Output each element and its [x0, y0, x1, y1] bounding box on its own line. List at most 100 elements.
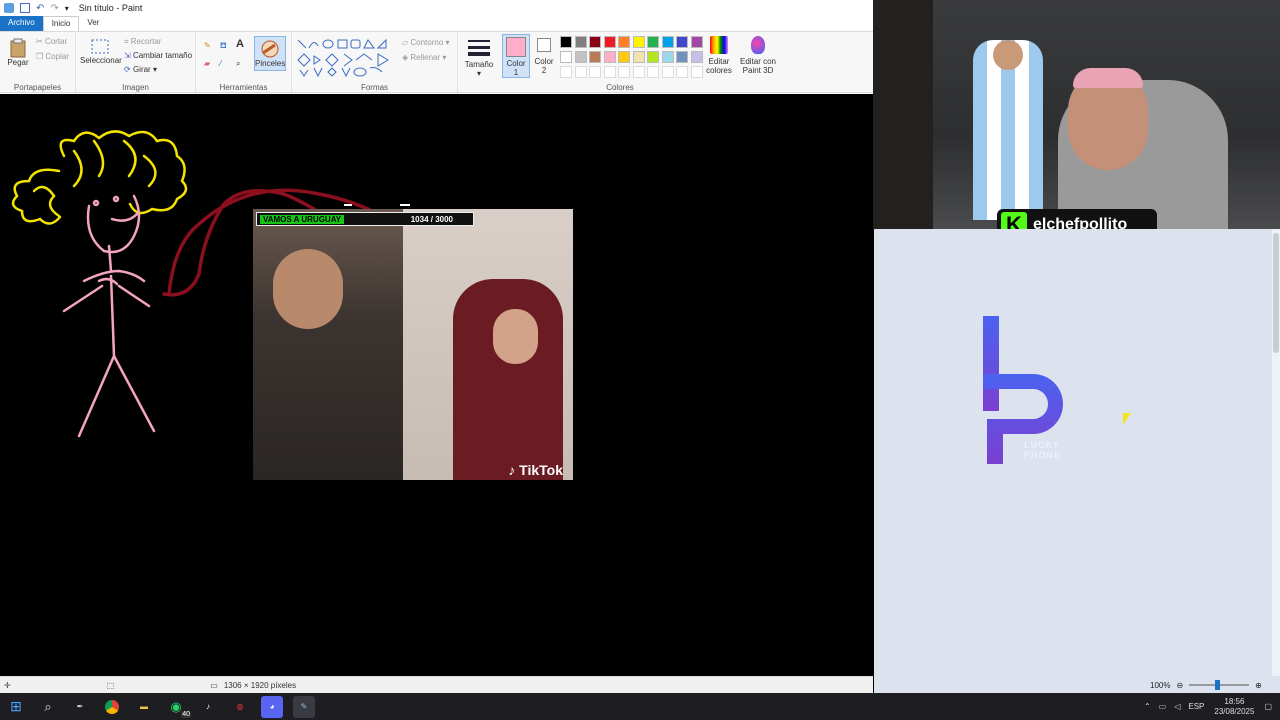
language-indicator[interactable]: ESP: [1188, 702, 1204, 711]
brush-icon: [261, 40, 279, 58]
tab-inicio[interactable]: Inicio: [42, 16, 80, 31]
palette-swatch[interactable]: [632, 36, 645, 48]
search-icon[interactable]: ⌕: [37, 696, 59, 718]
color2-swatch: [537, 38, 551, 52]
palette-swatch[interactable]: [661, 51, 674, 63]
palette-swatch[interactable]: [589, 36, 601, 48]
zoom-slider[interactable]: [1189, 680, 1250, 690]
pen-app-icon[interactable]: ✒: [69, 696, 91, 718]
palette-swatch[interactable]: [676, 51, 688, 63]
color1-swatch: [506, 37, 526, 57]
custom-color-slot[interactable]: [690, 66, 703, 78]
eraser-icon[interactable]: ▰: [204, 59, 210, 68]
customize-quick-access-icon[interactable]: ▾: [65, 4, 69, 13]
chrome-icon[interactable]: [101, 696, 123, 718]
fill-bucket-icon[interactable]: ⛾: [220, 41, 227, 50]
scissors-icon: ✂: [36, 37, 45, 46]
image-group-label: Imagen: [122, 83, 149, 92]
custom-color-slot[interactable]: [603, 66, 616, 78]
palette-swatch[interactable]: [574, 51, 587, 63]
zoom-in-icon[interactable]: ⊕: [1255, 681, 1262, 690]
fill-button[interactable]: ◈ Rellenar ▾: [402, 53, 446, 62]
webcam-overlay: [873, 0, 1280, 229]
paint3d-icon: [751, 36, 765, 54]
scrollbar-thumb[interactable]: [1273, 233, 1279, 353]
vertical-scrollbar[interactable]: [1272, 229, 1280, 676]
save-icon[interactable]: [20, 3, 30, 13]
palette-swatch[interactable]: [690, 36, 703, 48]
palette-swatch[interactable]: [603, 36, 616, 48]
custom-color-slot[interactable]: [574, 66, 587, 78]
palette-swatch[interactable]: [661, 36, 674, 48]
whatsapp-badge: 40: [181, 710, 191, 718]
start-icon[interactable]: ⊞: [5, 696, 27, 718]
clock[interactable]: 18:56 23/08/2025: [1214, 697, 1254, 717]
palette-swatch[interactable]: [603, 51, 616, 63]
copy-icon: ❐: [36, 52, 46, 61]
discord-icon[interactable]: ◕: [261, 695, 283, 718]
colors-group-label: Colores: [606, 83, 634, 92]
select-button[interactable]: Seleccionar: [80, 38, 122, 65]
banner-right-text: 1034 / 3000: [410, 214, 453, 224]
custom-color-slot[interactable]: [676, 66, 688, 78]
custom-color-slot[interactable]: [560, 66, 572, 78]
color2-button[interactable]: Color 2: [532, 36, 556, 75]
sponsor-panel: LUCKY PHONE: [874, 229, 1280, 693]
palette-swatch[interactable]: [574, 36, 587, 48]
size-button[interactable]: Tamaño ▾: [464, 38, 494, 78]
drawing-canvas[interactable]: VAMOS A URUGUAY 1034 / 3000 ♪ TikTok: [4, 96, 873, 676]
shapes-gallery-icon[interactable]: [296, 38, 392, 78]
tab-ver[interactable]: Ver: [79, 16, 107, 31]
custom-color-slot[interactable]: [618, 66, 630, 78]
color-picker-icon[interactable]: ⁄: [220, 59, 221, 68]
clipboard-group: Pegar ✂ Cortar ❐ Copiar Portapapeles: [0, 32, 76, 94]
custom-color-slot[interactable]: [647, 66, 659, 78]
window-title: Sin título - Paint: [78, 3, 143, 13]
windows-taskbar: ⊞ ⌕ ✒ ▬ ◉ 40 ♪ ◍ ◕ ✎ ⌃ ▭ ◁ ESP 18:56 23/0…: [0, 693, 1280, 720]
text-tool-icon[interactable]: A: [236, 39, 244, 50]
palette-swatch[interactable]: [632, 51, 645, 63]
custom-color-slot[interactable]: [589, 66, 601, 78]
edit-with-paint3d-button[interactable]: Editar con Paint 3D: [738, 36, 778, 75]
paste-button[interactable]: Pegar: [6, 38, 30, 67]
custom-color-slot[interactable]: [632, 66, 645, 78]
zoom-out-icon[interactable]: ⊖: [1176, 681, 1183, 690]
tiktok-icon[interactable]: ♪: [197, 696, 219, 718]
undo-icon[interactable]: ↶: [36, 3, 44, 14]
palette-swatch[interactable]: [618, 51, 630, 63]
cut-button[interactable]: ✂ Cortar: [36, 37, 67, 46]
zoom-controls: 100% ⊖ ⊕: [1150, 678, 1262, 692]
tray-chevron-icon[interactable]: ⌃: [1144, 702, 1151, 711]
paint-taskbar-icon[interactable]: ✎: [293, 695, 315, 718]
network-icon[interactable]: ▭: [1159, 702, 1167, 711]
resize-button[interactable]: ⇲ Cambiar tamaño: [124, 51, 192, 60]
palette-swatch[interactable]: [560, 51, 572, 63]
palette-swatch[interactable]: [690, 51, 703, 63]
brushes-button[interactable]: Pinceles: [254, 36, 286, 71]
redo-icon[interactable]: ↷: [50, 3, 58, 14]
color1-button[interactable]: Color 1: [502, 34, 530, 78]
tiktok-video-frame: VAMOS A URUGUAY 1034 / 3000 ♪ TikTok: [253, 209, 573, 480]
palette-swatch[interactable]: [618, 36, 630, 48]
whatsapp-icon[interactable]: ◉ 40: [165, 696, 191, 718]
palette-swatch[interactable]: [676, 36, 688, 48]
file-explorer-icon[interactable]: ▬: [133, 696, 155, 718]
crop-button[interactable]: ⌗ Recortar: [124, 37, 161, 46]
outline-button[interactable]: ▱ Contorno ▾: [402, 38, 450, 47]
copy-button[interactable]: ❐ Copiar: [36, 52, 69, 61]
obs-icon[interactable]: ◍: [229, 696, 251, 718]
clipboard-group-label: Portapapeles: [13, 83, 62, 92]
pencil-icon[interactable]: ✎: [204, 41, 211, 50]
volume-icon[interactable]: ◁: [1174, 702, 1180, 711]
edit-colors-button[interactable]: Editar colores: [704, 36, 734, 75]
palette-swatch[interactable]: [560, 36, 572, 48]
palette-swatch[interactable]: [647, 51, 659, 63]
notifications-icon[interactable]: ▢: [1264, 702, 1272, 711]
custom-color-slot[interactable]: [661, 66, 674, 78]
tab-archivo[interactable]: Archivo: [0, 16, 43, 31]
ribbon-tabs: Archivo Inicio Ver: [0, 16, 873, 31]
rotate-button[interactable]: ⟳ Girar ▾: [124, 65, 157, 74]
palette-swatch[interactable]: [647, 36, 659, 48]
palette-swatch[interactable]: [589, 51, 601, 63]
magnifier-icon[interactable]: ⌕: [236, 59, 240, 68]
